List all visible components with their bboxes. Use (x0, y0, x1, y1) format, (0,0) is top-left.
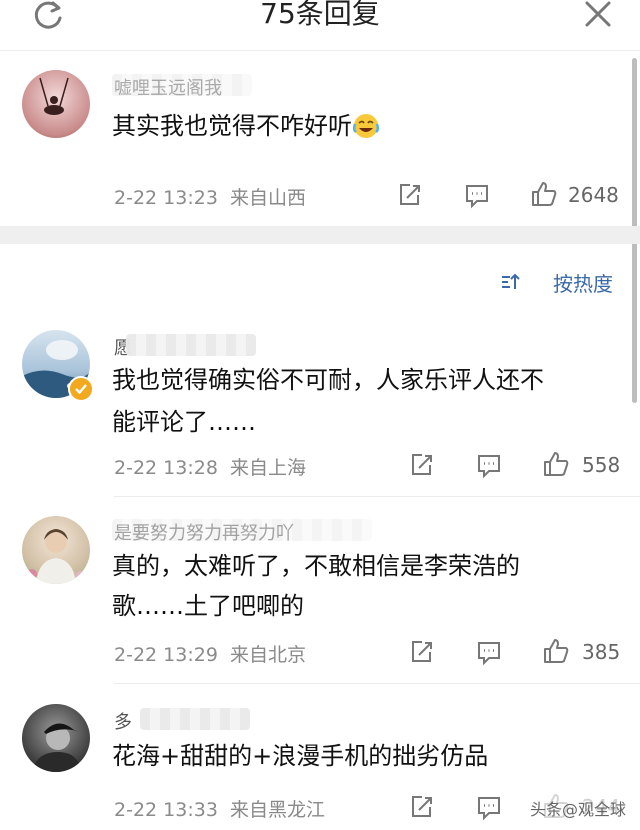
repost-icon[interactable] (396, 181, 424, 209)
like-count: 385 (582, 640, 621, 664)
header-divider (0, 50, 640, 51)
time-text: 2-22 13:28 (114, 457, 218, 479)
avatar[interactable] (22, 704, 90, 772)
repost-icon[interactable] (408, 638, 436, 666)
reply-text-line-1: 花海+甜甜的+浪漫手机的拙劣仿品 (112, 742, 489, 770)
reply-time: 2-22 13:28 来自上海 (114, 453, 306, 480)
repost-icon[interactable] (408, 793, 436, 821)
top-bar: 75条回复 (0, 0, 640, 51)
person-photo-image (27, 529, 85, 584)
location-text: 来自黑龙江 (230, 799, 326, 821)
reply-text-line-1: 我也觉得确实俗不可耐，人家乐评人还不 (112, 366, 544, 394)
like-count: 558 (582, 453, 621, 477)
comment-icon[interactable] (463, 181, 491, 209)
watermark: 头条@观全球 (523, 794, 632, 822)
reply-divider (114, 683, 640, 684)
swing-silhouette-image (39, 77, 69, 115)
section-divider (0, 226, 640, 244)
like-icon[interactable] (542, 637, 570, 665)
avatar[interactable] (22, 516, 90, 584)
reply-text-line-2: 歌……土了吧唧的 (112, 592, 304, 620)
sort-icon[interactable] (500, 272, 522, 292)
reply-text-line-1: 真的，太难听了，不敢相信是李荣浩的 (112, 552, 520, 580)
like-icon[interactable] (530, 180, 558, 208)
comment-icon[interactable] (475, 451, 503, 479)
close-icon[interactable] (578, 0, 618, 34)
time-text: 2-22 13:29 (114, 644, 218, 666)
verified-badge-icon (68, 376, 94, 402)
like-icon[interactable] (542, 450, 570, 478)
comment-icon[interactable] (475, 793, 503, 821)
like-count: 2648 (568, 183, 619, 207)
comment-time: 2-22 13:23 来自山西 (114, 183, 306, 210)
reply-time: 2-22 13:29 来自北京 (114, 640, 306, 667)
time-text: 2-22 13:23 (114, 187, 218, 209)
time-text: 2-22 13:33 (114, 799, 218, 821)
username-blur (126, 334, 256, 356)
username-blur (140, 708, 250, 730)
reply-time: 2-22 13:33 来自黑龙江 (114, 795, 325, 822)
username-blur (112, 74, 252, 96)
location-text: 来自上海 (230, 457, 307, 479)
page-title: 75条回复 (260, 0, 380, 30)
sort-by-hot-button[interactable]: 按热度 (553, 268, 613, 297)
repost-icon[interactable] (408, 451, 436, 479)
comment-text: 其实我也觉得不咋好听 (112, 106, 380, 146)
location-text: 来自北京 (230, 644, 307, 666)
username[interactable]: 多 (114, 708, 132, 734)
location-text: 来自山西 (230, 187, 307, 209)
reply-text-line-2: 能评论了…… (112, 408, 256, 436)
person-with-cap-image (32, 723, 82, 772)
avatar[interactable] (22, 70, 90, 138)
comment-icon[interactable] (475, 638, 503, 666)
username-blur (112, 519, 372, 541)
reply-divider (114, 496, 640, 497)
crying-laughing-emoji-icon (352, 114, 380, 138)
comment-text-content: 其实我也觉得不咋好听 (112, 112, 352, 140)
